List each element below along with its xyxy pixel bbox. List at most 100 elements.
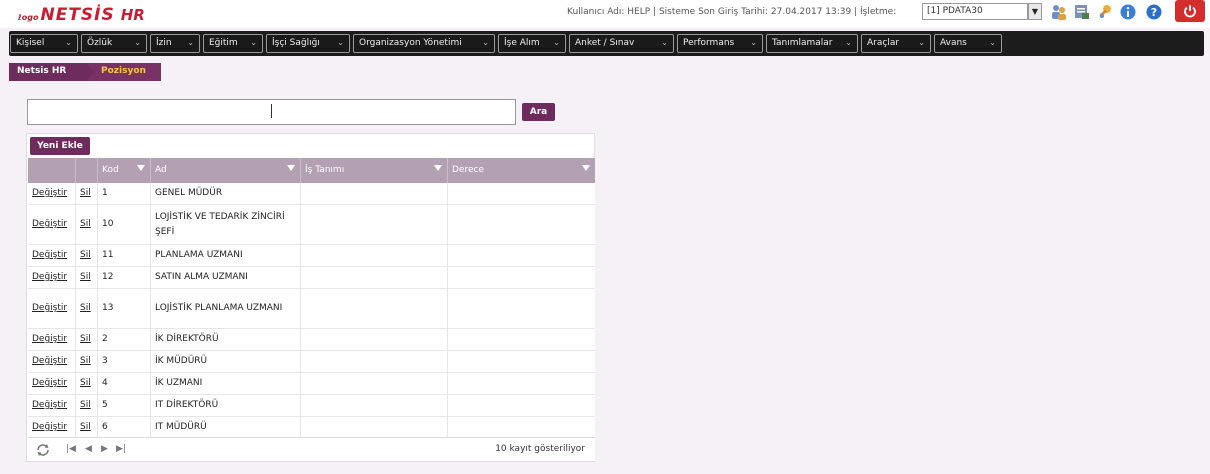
- info-icon[interactable]: [1118, 2, 1138, 22]
- cell-is-tanimi: [301, 351, 448, 372]
- edit-link[interactable]: Değiştir: [28, 267, 76, 288]
- grid-header: Kod Ad İş Tanımı Derece: [28, 158, 595, 183]
- edit-link[interactable]: Değiştir: [28, 351, 76, 372]
- filter-icon[interactable]: [434, 165, 442, 171]
- cell-is-tanimi: [301, 373, 448, 394]
- chevron-down-icon: ⌄: [989, 38, 996, 47]
- delete-link[interactable]: Sil: [76, 289, 98, 328]
- cell-kod: 12: [98, 267, 151, 288]
- header-ad[interactable]: Ad: [151, 158, 301, 183]
- grid-body: Değiştir Sil 1 GENEL MÜDÜR Değiştir Sil 10 LOJİ…: [28, 183, 595, 439]
- edit-link[interactable]: Değiştir: [28, 329, 76, 350]
- edit-link[interactable]: Değiştir: [28, 205, 76, 244]
- last-page-icon[interactable]: ▶|: [116, 444, 126, 454]
- table-row: Değiştir Sil 5 IT DİREKTÖRÜ: [28, 395, 595, 417]
- chevron-down-icon: ⌄: [661, 38, 668, 47]
- help-icon[interactable]: ?: [1144, 2, 1164, 22]
- key-icon[interactable]: [1095, 2, 1115, 22]
- table-row: Değiştir Sil 12 SATIN ALMA UZMANI: [28, 267, 595, 289]
- menu-tanimlamalar[interactable]: Tanımlamalar ⌄: [766, 34, 858, 53]
- users-icon[interactable]: [1049, 2, 1069, 22]
- edit-link[interactable]: Değiştir: [28, 373, 76, 394]
- prev-page-icon[interactable]: ◀: [85, 444, 92, 454]
- breadcrumb-root[interactable]: Netsis HR: [9, 63, 87, 81]
- table-row: Değiştir Sil 10 LOJİSTİK VE TEDARİK ZİNCİRİ…: [28, 205, 595, 245]
- edit-link[interactable]: Değiştir: [28, 289, 76, 328]
- menu-label: Araçlar: [867, 38, 900, 48]
- menu-araclar[interactable]: Araçlar ⌄: [861, 34, 931, 53]
- header-actions-delete: [76, 158, 98, 183]
- chevron-down-icon[interactable]: ▼: [1028, 3, 1042, 20]
- cell-ad: İK DİREKTÖRÜ: [151, 329, 301, 350]
- cell-ad: LOJİSTİK PLANLAMA UZMANI: [151, 289, 301, 328]
- cell-is-tanimi: [301, 329, 448, 350]
- chevron-down-icon: ⌄: [65, 38, 72, 47]
- delete-link[interactable]: Sil: [76, 267, 98, 288]
- refresh-icon[interactable]: [35, 442, 51, 458]
- delete-link[interactable]: Sil: [76, 395, 98, 416]
- edit-link[interactable]: Değiştir: [28, 183, 76, 204]
- add-new-button[interactable]: Yeni Ekle: [30, 137, 90, 155]
- menu-anket-sinav[interactable]: Anket / Sınav ⌄: [569, 34, 674, 53]
- cell-derece: [448, 417, 595, 438]
- first-page-icon[interactable]: |◀: [66, 444, 76, 454]
- menu-organizasyon[interactable]: Organizasyon Yönetimi ⌄: [353, 34, 495, 53]
- table-row: Değiştir Sil 13 LOJİSTİK PLANLAMA UZMANI: [28, 289, 595, 329]
- header-kod[interactable]: Kod: [98, 158, 151, 183]
- menu-label: Avans: [940, 38, 967, 48]
- chevron-down-icon: ⌄: [482, 38, 489, 47]
- filter-icon[interactable]: [137, 165, 145, 171]
- cell-kod: 6: [98, 417, 151, 438]
- menu-label: İzin: [156, 38, 172, 48]
- cell-derece: [448, 373, 595, 394]
- edit-link[interactable]: Değiştir: [28, 417, 76, 438]
- report-icon[interactable]: [1072, 2, 1092, 22]
- delete-link[interactable]: Sil: [76, 329, 98, 350]
- menu-isci-sagligi[interactable]: İşçi Sağlığı ⌄: [266, 34, 350, 53]
- search-button[interactable]: Ara: [522, 103, 555, 121]
- chevron-down-icon: ⌄: [250, 38, 257, 47]
- cell-kod: 11: [98, 245, 151, 266]
- menu-label: Özlük: [87, 38, 113, 48]
- menu-label: Kişisel: [16, 38, 45, 48]
- next-page-icon[interactable]: ▶: [101, 444, 108, 454]
- header-is-tanimi[interactable]: İş Tanımı: [301, 158, 448, 183]
- edit-link[interactable]: Değiştir: [28, 395, 76, 416]
- table-row: Değiştir Sil 11 PLANLAMA UZMANI: [28, 245, 595, 267]
- menu-ozluk[interactable]: Özlük ⌄: [81, 34, 147, 53]
- delete-link[interactable]: Sil: [76, 373, 98, 394]
- cell-kod: 4: [98, 373, 151, 394]
- header-derece[interactable]: Derece: [448, 158, 595, 183]
- cell-derece: [448, 245, 595, 266]
- filter-icon[interactable]: [582, 165, 590, 171]
- cell-derece: [448, 329, 595, 350]
- menu-egitim[interactable]: Eğitim ⌄: [203, 34, 263, 53]
- power-icon[interactable]: [1175, 0, 1205, 22]
- edit-link[interactable]: Değiştir: [28, 245, 76, 266]
- delete-link[interactable]: Sil: [76, 351, 98, 372]
- menu-label: Eğitim: [209, 38, 238, 48]
- menu-izin[interactable]: İzin ⌄: [150, 34, 200, 53]
- menu-label: İşçi Sağlığı: [272, 38, 320, 48]
- delete-link[interactable]: Sil: [76, 245, 98, 266]
- company-select[interactable]: [1] PDATA30: [922, 3, 1028, 20]
- cell-ad: IT DİREKTÖRÜ: [151, 395, 301, 416]
- cell-ad: İK MÜDÜRÜ: [151, 351, 301, 372]
- menu-performans[interactable]: Performans ⌄: [677, 34, 763, 53]
- filter-icon[interactable]: [287, 165, 295, 171]
- delete-link[interactable]: Sil: [76, 205, 98, 244]
- chevron-down-icon: ⌄: [845, 38, 852, 47]
- menu-kisisel[interactable]: Kişisel ⌄: [10, 34, 78, 53]
- table-row: Değiştir Sil 4 İK UZMANI: [28, 373, 595, 395]
- delete-link[interactable]: Sil: [76, 417, 98, 438]
- logo-suffix: HR: [120, 6, 145, 24]
- cell-ad: İK UZMANI: [151, 373, 301, 394]
- menu-avans[interactable]: Avans ⌄: [934, 34, 1002, 53]
- cell-kod: 1: [98, 183, 151, 204]
- cell-is-tanimi: [301, 267, 448, 288]
- user-session-info: Kullanıcı Adı: HELP | Sisteme Son Giriş …: [567, 7, 897, 17]
- delete-link[interactable]: Sil: [76, 183, 98, 204]
- record-count: 10 kayıt gösteriliyor: [495, 444, 585, 454]
- cell-derece: [448, 395, 595, 416]
- menu-ise-alim[interactable]: İşe Alım ⌄: [498, 34, 566, 53]
